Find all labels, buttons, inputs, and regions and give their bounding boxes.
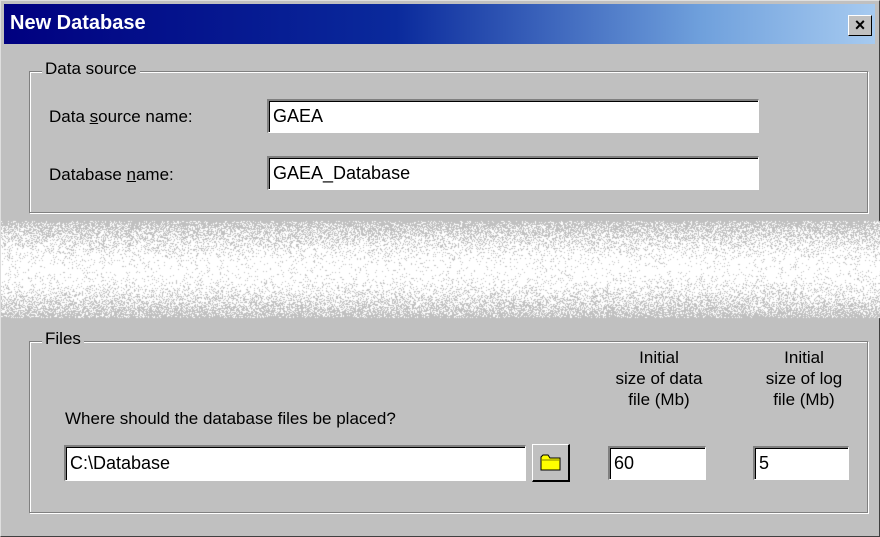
close-icon: × [854, 15, 866, 35]
data-source-name-label: Data source name: [49, 107, 193, 126]
access-key-n: n [126, 165, 136, 184]
files-legend: Files [42, 329, 84, 349]
folder-icon [540, 454, 561, 471]
data-source-name-input[interactable] [267, 99, 759, 133]
data-size-label: Initial size of data file (Mb) [615, 348, 703, 409]
log-size-input[interactable] [753, 446, 849, 480]
window-title: New Database [10, 12, 146, 34]
file-location-input[interactable] [64, 445, 526, 481]
database-name-label: Database name: [49, 165, 174, 184]
data-size-input[interactable] [608, 446, 706, 480]
browse-folder-button[interactable] [532, 444, 570, 482]
log-size-label: Initial size of log file (Mb) [765, 348, 843, 409]
database-name-input[interactable] [267, 156, 759, 190]
data-source-legend: Data source [42, 59, 140, 79]
file-location-label: Where should the database files be place… [65, 409, 396, 428]
data-source-group: Data source [29, 59, 868, 213]
new-database-dialog: New Database × Data source Data source n… [0, 0, 880, 537]
access-key-s: s [89, 107, 99, 126]
torn-edge-overlay [1, 219, 880, 319]
title-bar[interactable]: New Database × [4, 4, 875, 44]
close-button[interactable]: × [848, 15, 872, 36]
